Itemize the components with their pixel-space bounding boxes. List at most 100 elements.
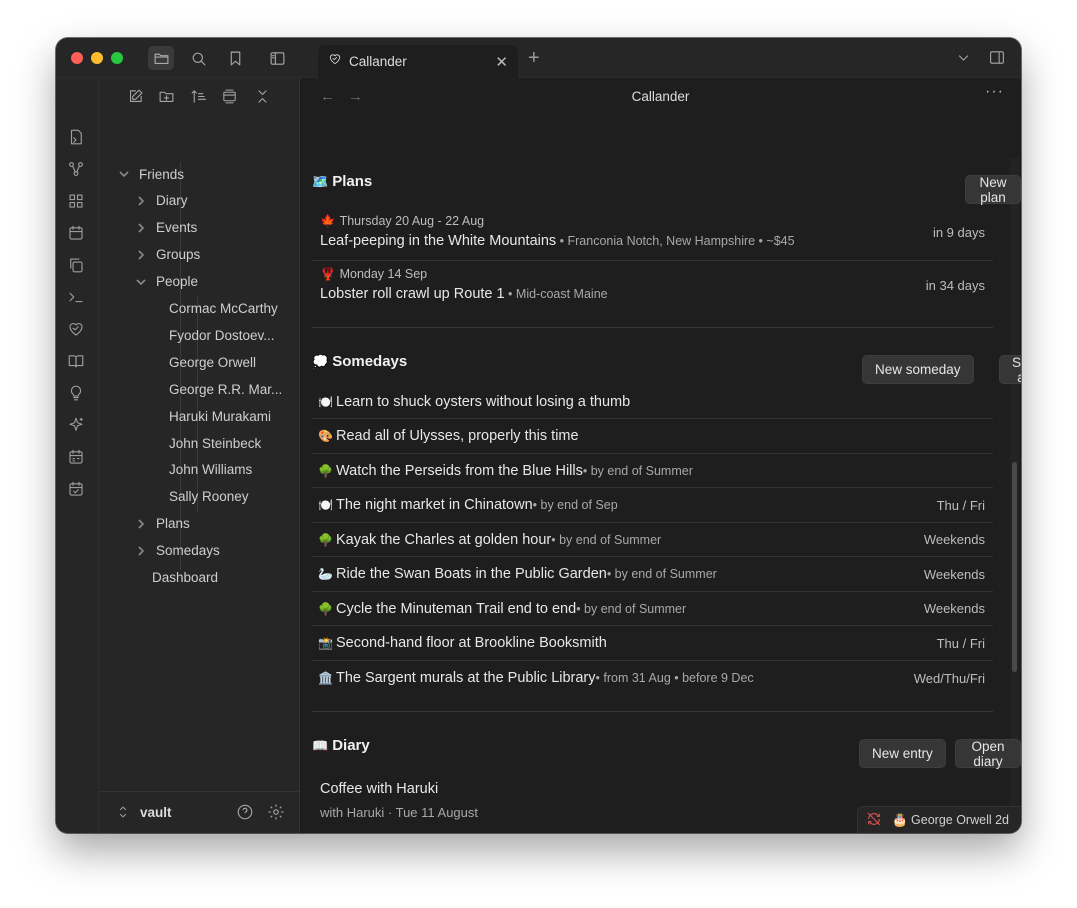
someday-item[interactable]: 🏛️ The Sargent murals at the Public Libra… [312, 661, 993, 695]
tree-item[interactable]: Fyodor Dostoev... [169, 323, 295, 347]
plan-title-text[interactable]: Leaf-peeping in the White Mountains [320, 233, 556, 249]
collapse-all-icon[interactable] [254, 88, 274, 108]
chevron-down-icon[interactable] [956, 50, 971, 70]
tree-item[interactable]: George Orwell [169, 350, 295, 374]
new-someday-button[interactable]: New someday [862, 355, 974, 384]
plan-date: 🍁 Thursday 20 Aug - 22 Aug [320, 214, 484, 229]
new-tab-icon[interactable]: + [528, 47, 540, 70]
sparkles-icon[interactable] [67, 416, 87, 436]
close-window-button[interactable] [71, 52, 83, 64]
tree-item[interactable]: Groups [135, 243, 295, 267]
chevron-right-icon[interactable] [135, 545, 147, 557]
tree-item[interactable]: Diary [135, 189, 295, 213]
tree-item-label: Groups [156, 247, 201, 263]
someday-meta: • from 31 Aug • before 9 Dec [595, 671, 754, 685]
diary-heading: 📖 Diary [312, 737, 370, 754]
someday-item[interactable]: 🍽️ Learn to shuck oysters without losing … [312, 385, 993, 419]
tree-item[interactable]: Sally Rooney [169, 485, 295, 509]
tree-item[interactable]: Events [135, 216, 295, 240]
gear-icon[interactable] [267, 803, 285, 826]
tree-item[interactable]: John Steinbeck [169, 431, 295, 455]
vault-switch-icon[interactable] [117, 805, 129, 824]
someday-item[interactable]: 🍽️ The night market in Chinatown • by end… [312, 489, 993, 523]
main-view: ← → Callander ··· 🗺️ Plans New plan 🍁 Thu… [300, 78, 1021, 833]
tree-item[interactable]: Plans [135, 512, 295, 536]
tree-item-label: Diary [156, 193, 188, 209]
tree-item-label: Fyodor Dostoev... [169, 327, 275, 343]
copy-icon[interactable] [67, 256, 87, 276]
switcher-icon[interactable] [67, 128, 87, 148]
tree-item-label: Friends [139, 166, 185, 182]
tab-close-icon[interactable]: ✕ [495, 53, 508, 71]
tree-item[interactable]: People [135, 270, 295, 294]
someday-item[interactable]: 🎨 Read all of Ulysses, properly this time [312, 420, 993, 454]
more-options-icon[interactable]: ··· [985, 83, 1004, 101]
chevron-down-icon[interactable] [135, 276, 147, 288]
vault-name[interactable]: vault [140, 805, 172, 820]
open-diary-button[interactable]: Open diary [955, 739, 1021, 769]
scrollbar-thumb[interactable] [1012, 462, 1017, 672]
tree-item[interactable]: Dashboard [152, 566, 312, 590]
chevron-right-icon[interactable] [135, 518, 147, 530]
heart-handshake-icon[interactable] [67, 320, 87, 340]
lightbulb-icon[interactable] [67, 384, 87, 404]
someday-item[interactable]: 🌳 Kayak the Charles at golden hour • by e… [312, 523, 993, 557]
plan-date-text: Monday 14 Sep [339, 267, 428, 281]
someday-title: Second-hand floor at Brookline Booksmith [336, 635, 607, 651]
dashboard-icon[interactable] [67, 192, 87, 212]
chevron-right-icon[interactable] [135, 195, 147, 207]
calendar-grid-icon[interactable] [67, 448, 87, 468]
book-open-icon[interactable] [67, 352, 87, 372]
zoom-window-button[interactable] [111, 52, 123, 64]
someday-meta: • by end of Summer [582, 463, 693, 478]
auto-reveal-icon[interactable] [221, 88, 241, 108]
someday-when: Weekends [923, 601, 985, 616]
files-icon[interactable] [148, 46, 174, 70]
bookmark-icon[interactable] [222, 46, 248, 70]
see-all-button[interactable]: See all [998, 355, 1021, 385]
someday-emoji: 🌳 [318, 463, 333, 478]
terminal-icon[interactable] [67, 288, 87, 308]
someday-title: The Sargent murals at the Public Library [336, 670, 596, 686]
right-sidebar-toggle-icon[interactable] [988, 49, 1006, 71]
sort-icon[interactable] [190, 88, 210, 108]
tree-item[interactable]: Friends [118, 162, 295, 186]
tree-item[interactable]: John Williams [169, 458, 295, 482]
tree-item[interactable]: Cormac McCarthy [169, 297, 295, 321]
calendar-check-icon[interactable] [67, 480, 87, 500]
someday-item[interactable]: 📸 Second-hand floor at Brookline Booksmit… [312, 627, 993, 661]
chevron-right-icon[interactable] [135, 249, 147, 261]
minimize-window-button[interactable] [91, 52, 103, 64]
app-window: Callander ✕ + Friends Diary Events Group… [56, 38, 1021, 833]
plan-title-text[interactable]: Lobster roll crawl up Route 1 [320, 286, 505, 302]
tab-callander[interactable]: Callander ✕ [318, 45, 518, 78]
calendar-icon[interactable] [67, 224, 87, 244]
someday-item[interactable]: 🌳 Cycle the Minuteman Trail end to end • … [312, 592, 993, 626]
new-entry-button[interactable]: New entry [859, 739, 946, 768]
graph-icon[interactable] [67, 160, 87, 180]
search-icon[interactable] [185, 46, 211, 70]
chevron-down-icon[interactable] [118, 168, 130, 180]
plan-item[interactable]: 🦞 Monday 14 Sep Lobster roll crawl up Rout… [312, 262, 993, 314]
new-note-icon[interactable] [127, 88, 147, 108]
status-birthday: 🎂 George Orwell 2d [892, 812, 1009, 827]
tree-item-label: George R.R. Mar... [169, 381, 283, 397]
new-folder-icon[interactable] [158, 88, 178, 108]
sync-off-icon[interactable] [866, 811, 882, 830]
tree-item[interactable]: George R.R. Mar... [169, 377, 295, 401]
someday-item[interactable]: 🌳 Watch the Perseids from the Blue Hills … [312, 454, 993, 488]
someday-title: Kayak the Charles at golden hour [336, 531, 552, 548]
tree-item-label: Sally Rooney [169, 489, 249, 505]
sidebar-toggle-icon[interactable] [264, 46, 290, 70]
someday-item[interactable]: 🦢 Ride the Swan Boats in the Public Garde… [312, 558, 993, 592]
new-plan-button[interactable]: New plan [965, 175, 1021, 205]
tree-item[interactable]: Somedays [135, 539, 295, 563]
someday-when: Weekends [923, 566, 985, 582]
help-icon[interactable] [236, 803, 254, 826]
chevron-right-icon[interactable] [135, 222, 147, 234]
heart-handshake-icon [328, 52, 342, 71]
plan-item[interactable]: 🍁 Thursday 20 Aug - 22 Aug Leaf-peeping in… [312, 209, 993, 261]
tree-item-label: John Steinbeck [169, 435, 262, 451]
tree-item[interactable]: Haruki Murakami [169, 404, 295, 428]
diary-entry-title: Coffee with Haruki [320, 781, 439, 797]
